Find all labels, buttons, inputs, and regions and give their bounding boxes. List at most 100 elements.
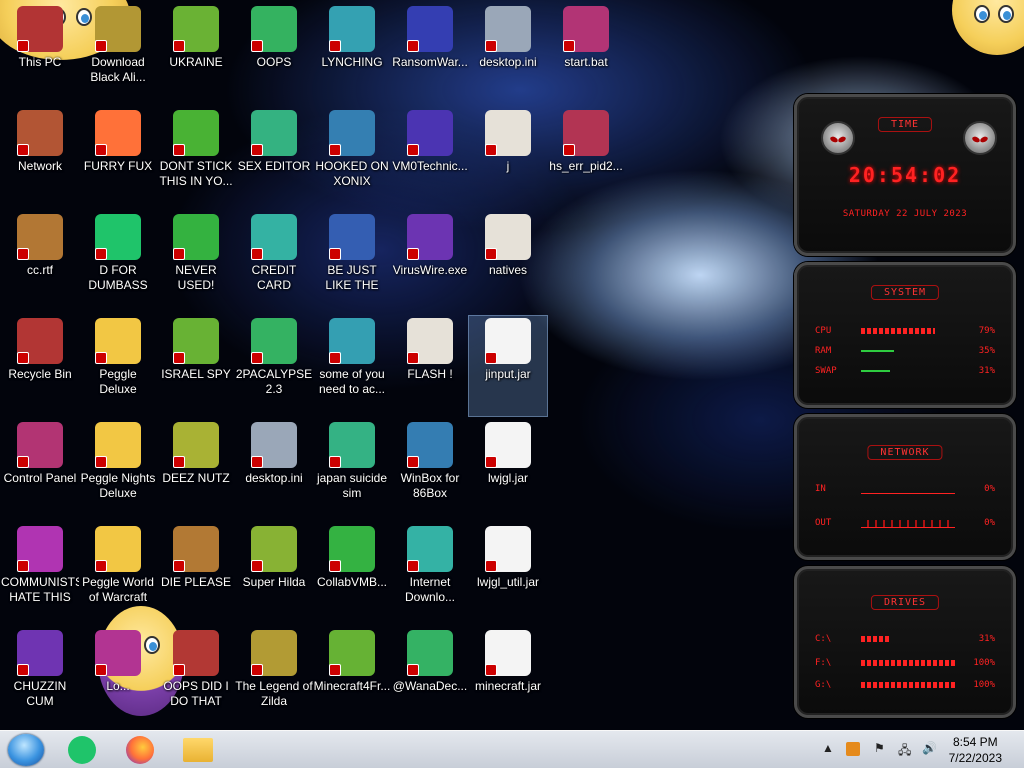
desktop-icon[interactable]: @WanaDec... <box>391 628 469 728</box>
desktop-icon[interactable]: VM0Technic... <box>391 108 469 208</box>
desktop-icon[interactable]: j <box>469 108 547 208</box>
desktop-icon-label: VM0Technic... <box>392 159 468 173</box>
drives-title: DRIVES <box>870 595 940 610</box>
desktop-icon[interactable]: lwjgl_util.jar <box>469 524 547 624</box>
taskbar: ▲ ⚑ 🖧 🔊 8:54 PM 7/22/2023 <box>0 730 1024 768</box>
desktop-icon[interactable]: Internet Downlo... <box>391 524 469 624</box>
desktop-icon[interactable]: Minecraft4Fr... <box>313 628 391 728</box>
beaver-icon <box>329 318 375 364</box>
desktop-icon[interactable]: Peggle World of Warcraft <box>79 524 157 624</box>
firefox-icon <box>126 736 154 764</box>
shortcut-badge-icon <box>407 248 419 260</box>
desktop-icon[interactable]: NEVER USED! <box>157 212 235 312</box>
desktop-icon-label: FLASH ! <box>407 367 453 381</box>
system-widget: SYSTEM CPU 79% RAM 35% SWAP 31% <box>794 262 1016 408</box>
desktop-icon[interactable]: OOPS <box>235 4 313 104</box>
volume-icon[interactable]: 🔊 <box>922 741 937 755</box>
hxd-icon <box>251 110 297 156</box>
oops-icon <box>251 6 297 52</box>
desktop-icon[interactable]: OOPS DID I DO THAT <box>157 628 235 728</box>
desktop-icon[interactable]: 2PACALYPSE 2.3 <box>235 316 313 416</box>
desktop-icon[interactable]: desktop.ini <box>469 4 547 104</box>
taskbar-time: 8:54 PM <box>952 735 998 749</box>
desktop-icon[interactable]: CHUZZIN CUM <box>1 628 79 728</box>
idm-icon <box>407 526 453 572</box>
desktop-icon[interactable]: LYNCHING <box>313 4 391 104</box>
desktop-icon-label: Download Black Ali... <box>90 55 146 84</box>
desktop-icon[interactable]: WinBox for 86Box <box>391 420 469 520</box>
shortcut-badge-icon <box>563 144 575 156</box>
desktop-icon[interactable]: ISRAEL SPY <box>157 316 235 416</box>
desktop-icon-label: jinput.jar <box>485 367 531 381</box>
desktop-icon[interactable]: FURRY FUX <box>79 108 157 208</box>
desktop-icon[interactable]: CREDIT CARD CHECKER <box>235 212 313 312</box>
desktop-icon[interactable]: This PC <box>1 4 79 104</box>
ram-value: 35% <box>978 346 995 356</box>
taskbar-file-explorer-button[interactable] <box>178 734 218 766</box>
settings-file-icon <box>485 6 531 52</box>
desktop-icon[interactable]: BE JUST LIKE THE DUDE! <box>313 212 391 312</box>
desktop-icon[interactable]: Peggle Deluxe <box>79 316 157 416</box>
desktop-icon-label: D FOR DUMBASS <box>88 263 148 292</box>
action-center-flag-icon[interactable]: ⚑ <box>874 741 885 755</box>
show-hidden-icons-button[interactable]: ▲ <box>822 741 834 755</box>
desktop-icon[interactable]: Super Hilda <box>235 524 313 624</box>
desktop-icon[interactable]: FLASH ! <box>391 316 469 416</box>
desktop-icon-label: Control Panel <box>3 471 77 485</box>
desktop-icon[interactable]: DONT STICK THIS IN YO... <box>157 108 235 208</box>
network-widget: NETWORK IN 0% OUT 0% <box>794 414 1016 560</box>
shortcut-badge-icon <box>17 664 29 676</box>
desktop-icon[interactable]: minecraft.jar <box>469 628 547 728</box>
taskbar-clock[interactable]: 8:54 PM 7/22/2023 <box>949 734 1002 766</box>
desktop-icon[interactable]: VirusWire.exe <box>391 212 469 312</box>
desktop-icon[interactable]: Peggle Nights Deluxe <box>79 420 157 520</box>
desktop-icon[interactable]: jinput.jar <box>468 315 548 417</box>
taskbar-firefox-button[interactable] <box>120 734 160 766</box>
desktop-icon[interactable]: The Legend of Zilda <box>235 628 313 728</box>
network-in-row: IN 0% <box>815 483 995 495</box>
desktop-icon[interactable]: start.bat <box>547 4 625 104</box>
start-button[interactable] <box>8 734 44 766</box>
desktop-icon[interactable]: DEEZ NUTZ <box>157 420 235 520</box>
network-icon[interactable]: 🖧 <box>898 741 911 762</box>
desktop-icon[interactable]: lwjgl.jar <box>469 420 547 520</box>
pixel-cat-icon <box>251 526 297 572</box>
desktop-icon[interactable]: D FOR DUMBASS <box>79 212 157 312</box>
desktop-icon[interactable]: Recycle Bin <box>1 316 79 416</box>
shortcut-badge-icon <box>485 560 497 572</box>
desktop-icon[interactable]: SEX EDITOR <box>235 108 313 208</box>
network-out-row: OUT 0% <box>815 517 995 529</box>
desktop-icon[interactable]: COMMUNISTS HATE THIS G... <box>1 524 79 624</box>
desktop-icon[interactable]: Network <box>1 108 79 208</box>
desktop-icon[interactable]: CollabVMB... <box>313 524 391 624</box>
desktop-icon[interactable]: some of you need to ac... <box>313 316 391 416</box>
desktop-icon-label: Super Hilda <box>242 575 306 589</box>
desktop-icon[interactable]: HOOKED ON XONIX <box>313 108 391 208</box>
desktop-icon[interactable]: Download Black Ali... <box>79 4 157 104</box>
taskbar-green-app-button[interactable] <box>62 734 102 766</box>
lynching-icon <box>329 6 375 52</box>
desktop-icon-label: UKRAINE <box>169 55 223 69</box>
desktop-icon[interactable]: japan suicide sim <box>313 420 391 520</box>
skull-icon <box>407 6 453 52</box>
shortcut-badge-icon <box>251 248 263 260</box>
swap-value: 31% <box>978 366 995 376</box>
java-icon <box>485 318 531 364</box>
desktop-icon-label: japan suicide sim <box>316 471 388 500</box>
shortcut-badge-icon <box>17 352 29 364</box>
desktop-icon[interactable]: Control Panel <box>1 420 79 520</box>
devcpp-icon <box>173 214 219 260</box>
tray-app-icon[interactable] <box>846 742 860 756</box>
desktop-icon[interactable]: desktop.ini <box>235 420 313 520</box>
desktop-icon-label: ISRAEL SPY <box>161 367 231 381</box>
desktop-icon[interactable]: hs_err_pid2... <box>547 108 625 208</box>
shortcut-badge-icon <box>485 352 497 364</box>
desktop-icon-label: OOPS <box>256 55 292 69</box>
desktop-icon[interactable]: RansomWar... <box>391 4 469 104</box>
desktop-icon[interactable]: cc.rtf <box>1 212 79 312</box>
cpu-bar <box>861 328 936 334</box>
desktop-icon[interactable]: natives <box>469 212 547 312</box>
desktop-icon[interactable]: Lo... <box>79 628 157 728</box>
desktop-icon[interactable]: UKRAINE <box>157 4 235 104</box>
desktop-icon[interactable]: DIE PLEASE <box>157 524 235 624</box>
